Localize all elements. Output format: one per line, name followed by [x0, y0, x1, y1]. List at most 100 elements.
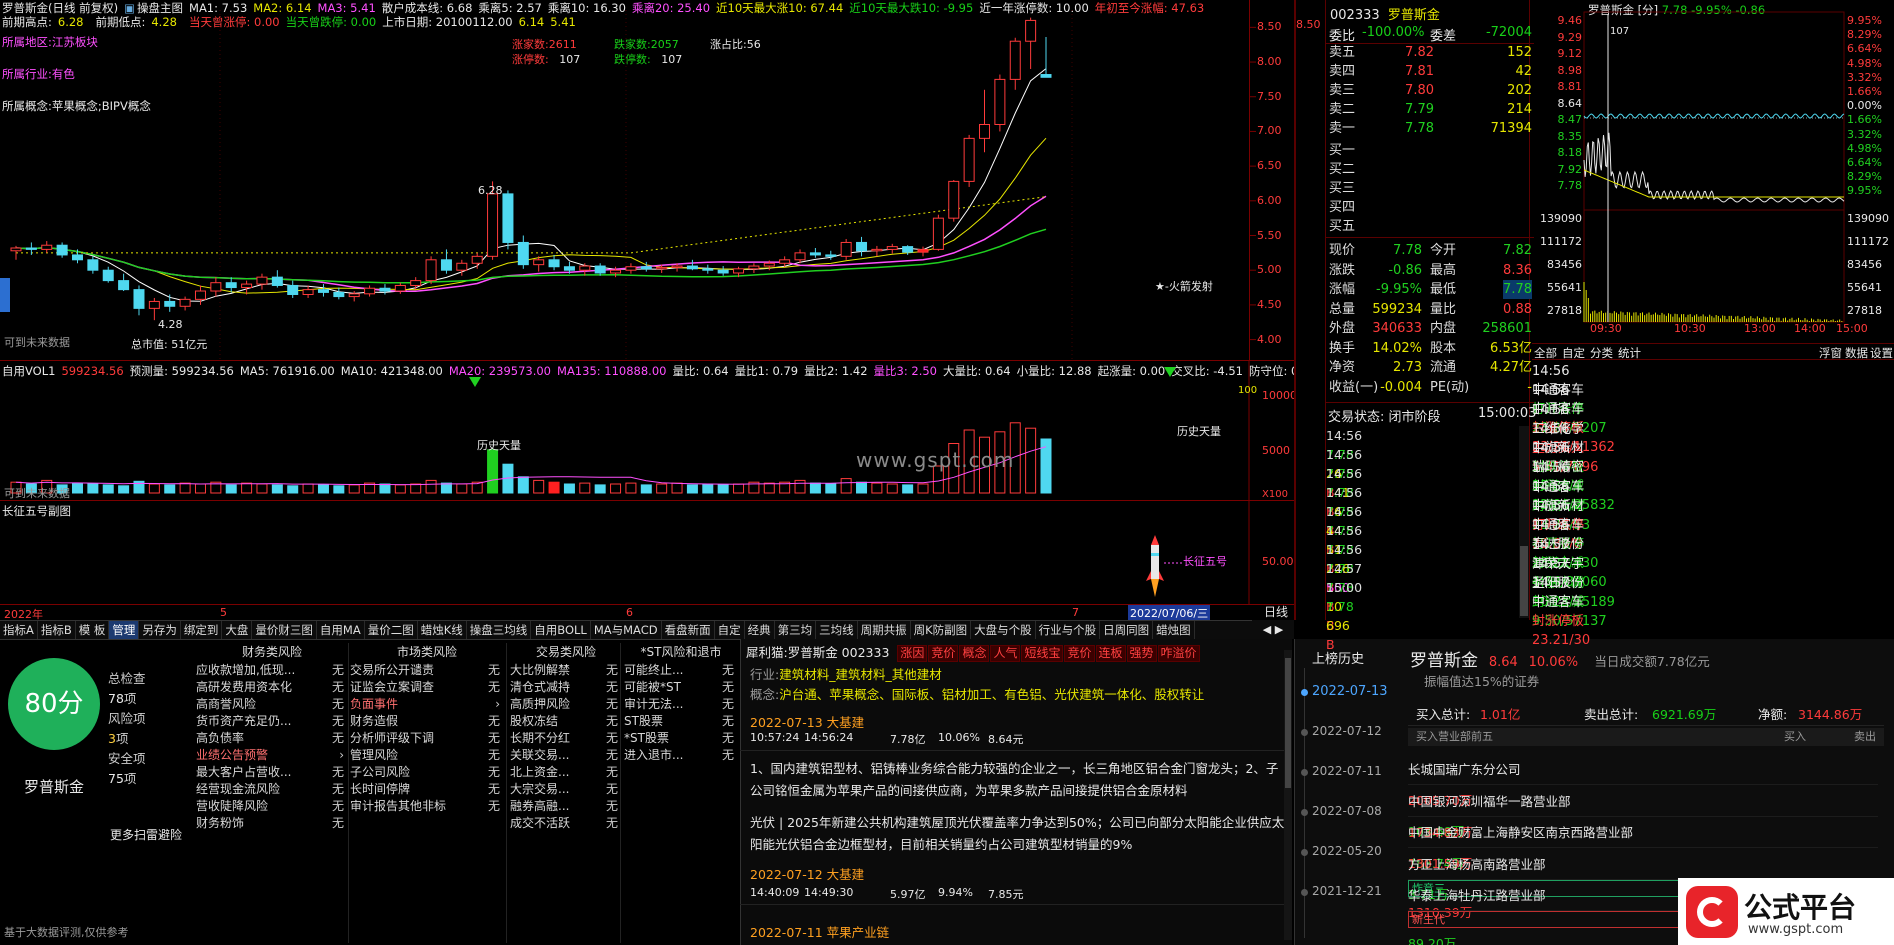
more-risk-link[interactable]: 更多扫雷避险 — [110, 826, 182, 843]
risk-item[interactable]: 大比例解禁无 — [510, 662, 622, 679]
monitor-row[interactable]: 14:57 圣阳股份 封涨大减 9.50/57137 — [1532, 555, 1894, 629]
lhb-row[interactable]: 方正上海杨高南路营业部 炸竞三 1310.39万 89.20万 — [1408, 849, 1878, 945]
risk-item[interactable]: 证监会立案调查无 — [350, 679, 504, 696]
risk-item[interactable]: 大宗交易... 无 — [510, 781, 622, 798]
monitor-row[interactable]: 14:57 中通客车 封涨停板 23.21/30 — [1532, 574, 1894, 648]
tab-9[interactable]: 量价二图 — [365, 621, 418, 639]
tab-20[interactable]: 周K防副图 — [911, 621, 972, 639]
tab-13[interactable]: MA与MACD — [591, 621, 662, 639]
news-tag-button[interactable]: 人气 — [990, 645, 1021, 662]
tab-11[interactable]: 操盘三均线 — [467, 621, 532, 639]
monitor-row[interactable]: 14:56 中通客车 封涨停板 23.21/11362 — [1532, 381, 1894, 455]
risk-item[interactable]: 可能终止... 无 — [624, 662, 738, 679]
chevron-left-icon[interactable]: ◀ — [1263, 623, 1271, 636]
lhb-date-item[interactable]: 2022-05-20 — [1312, 844, 1382, 858]
news-tag-button[interactable]: 连板 — [1095, 645, 1126, 662]
lhb-row[interactable]: 中国银河深圳福华一路营业部 1734.83万 783.74万 — [1408, 786, 1878, 871]
chevron-right-icon[interactable]: › — [339, 747, 344, 764]
volume-chart[interactable] — [0, 361, 1294, 501]
monitor-row[interactable]: 14:56 中旗新材 封跌停板 35.80/4 — [1532, 420, 1894, 494]
tab-16[interactable]: 经典 — [745, 621, 775, 639]
risk-item[interactable]: 经营现金流风险无 — [196, 781, 348, 798]
tab-21[interactable]: 大盘与个股 — [971, 621, 1036, 639]
tab-7[interactable]: 量价财三图 — [252, 621, 317, 639]
risk-item[interactable]: 财务造假无 — [350, 713, 504, 730]
period-label[interactable]: 日线 — [1264, 603, 1288, 620]
tab-2[interactable]: 模 板 — [76, 621, 110, 639]
chevron-right-icon[interactable]: › — [495, 696, 500, 713]
monitor-tab-custom[interactable]: 自定 — [1562, 345, 1585, 361]
news-tag-button[interactable]: 短线宝 — [1021, 645, 1064, 662]
monitor-settings-button[interactable]: 设置 — [1870, 345, 1893, 361]
risk-item[interactable]: 高质押风险无 — [510, 696, 622, 713]
risk-item[interactable]: 分析师评级下调无 — [350, 730, 504, 747]
monitor-tab-all[interactable]: 全部 — [1534, 345, 1557, 361]
lhb-row[interactable]: 长城国瑞广东分公司 2005.70万 103.68万 — [1408, 754, 1878, 839]
lhb-date-item[interactable]: 2022-07-12 — [1312, 724, 1382, 738]
risk-item[interactable]: 最大客户占营收... 无 — [196, 764, 348, 781]
tab-19[interactable]: 周期共振 — [858, 621, 911, 639]
tick-scrollbar[interactable] — [1519, 426, 1529, 618]
news-tag-button[interactable]: 强势 — [1126, 645, 1157, 662]
monitor-row[interactable]: 14:56 泰达股份 封涨大减 4.54/83060 — [1532, 516, 1894, 590]
chevron-right-icon[interactable]: ▶ — [1275, 623, 1283, 636]
tab-17[interactable]: 第三均 — [775, 621, 817, 639]
tab-1[interactable]: 指标B — [38, 621, 76, 639]
news-tag-button[interactable]: 咋溢价 — [1157, 645, 1200, 662]
risk-item[interactable]: 高负债率无 — [196, 730, 348, 747]
tab-22[interactable]: 行业与个股 — [1036, 621, 1101, 639]
intraday-chart[interactable] — [1532, 0, 1894, 344]
risk-item[interactable]: 管理风险无 — [350, 747, 504, 764]
lhb-date-item[interactable]: 2022-07-08 — [1312, 804, 1382, 818]
tab-15[interactable]: 自定 — [715, 621, 745, 639]
monitor-float-button[interactable]: 浮窗 — [1819, 345, 1842, 361]
tab-0[interactable]: 指标A — [0, 621, 38, 639]
tab-3[interactable]: 管理 — [109, 621, 140, 639]
news-scrollbar[interactable] — [1284, 650, 1292, 940]
tab-23[interactable]: 日周同图 — [1100, 621, 1154, 639]
risk-item[interactable]: 高研发费用资本化无 — [196, 679, 348, 696]
lhb-date-item[interactable]: 2022-07-13 — [1312, 684, 1388, 699]
risk-item[interactable]: 进入退市... 无 — [624, 747, 738, 764]
news-tag-button[interactable]: 涨因 — [897, 645, 928, 662]
monitor-row[interactable]: 14:56 中旗新材 打开跌停 35.80/0 — [1532, 478, 1894, 552]
monitor-row[interactable]: 14:56 瑞玛精密 封涨大减 22.86/25832 — [1532, 439, 1894, 513]
tab-5[interactable]: 绑定到 — [181, 621, 223, 639]
monitor-row[interactable]: 14:56 三维化学 主力买入 5.81/7096 — [1532, 401, 1894, 475]
risk-item[interactable]: 负面事件 › — [350, 696, 504, 713]
risk-item[interactable]: ST股票无 — [624, 713, 738, 730]
risk-item[interactable]: 交易所公开谴责无 — [350, 662, 504, 679]
risk-item[interactable]: 可能被*ST 无 — [624, 679, 738, 696]
monitor-row[interactable]: 14:56 中通客车 打开涨停 23.21/430 — [1532, 497, 1894, 571]
risk-item[interactable]: 长期不分红无 — [510, 730, 622, 747]
monitor-tab-category[interactable]: 分类 — [1590, 345, 1613, 361]
monitor-data-button[interactable]: 数据 — [1845, 345, 1868, 361]
tab-6[interactable]: 大盘 — [222, 621, 253, 639]
risk-item[interactable]: 货币资产充足仍... 无 — [196, 713, 348, 730]
tab-12[interactable]: 自用BOLL — [531, 621, 591, 639]
risk-item[interactable]: 审计报告其他非标无 — [350, 798, 504, 815]
risk-item[interactable]: 股权冻结无 — [510, 713, 622, 730]
monitor-row[interactable]: 14:56 中通客车 封涨大减 23.21/53 — [1532, 459, 1894, 533]
lhb-date-item[interactable]: 2022-07-11 — [1312, 764, 1382, 778]
tab-8[interactable]: 自用MA — [317, 621, 365, 639]
monitor-tab-stats[interactable]: 统计 — [1618, 345, 1641, 361]
news-tag-button[interactable]: 竞价 — [928, 645, 959, 662]
risk-item[interactable]: *ST股票无 — [624, 730, 738, 747]
lhb-date-item[interactable]: 2021-12-21 — [1312, 884, 1382, 898]
tab-14[interactable]: 看盘新面 — [662, 621, 715, 639]
news-tag-button[interactable]: 竞价 — [1064, 645, 1095, 662]
tab-4[interactable]: 另存为 — [139, 621, 181, 639]
tab-24[interactable]: 蜡烛图 — [1153, 621, 1195, 639]
risk-item[interactable]: 长时间停牌无 — [350, 781, 504, 798]
tab-scroll-arrows[interactable]: ◀ ▶ — [1252, 620, 1294, 639]
risk-item[interactable]: 应收款增加,低现... 无 — [196, 662, 348, 679]
monitor-row[interactable]: 14:57 津荣天宇 封涨大减 30.23/25189 — [1532, 536, 1894, 610]
risk-item[interactable]: 关联交易... 无 — [510, 747, 622, 764]
news-tag-button[interactable]: 概念 — [959, 645, 990, 662]
risk-item[interactable]: 融券高融... 无 — [510, 798, 622, 815]
tab-18[interactable]: 三均线 — [816, 621, 858, 639]
risk-item[interactable]: 子公司风险无 — [350, 764, 504, 781]
risk-item[interactable]: 营收陡降风险无 — [196, 798, 348, 815]
risk-item[interactable]: 高商誉风险无 — [196, 696, 348, 713]
